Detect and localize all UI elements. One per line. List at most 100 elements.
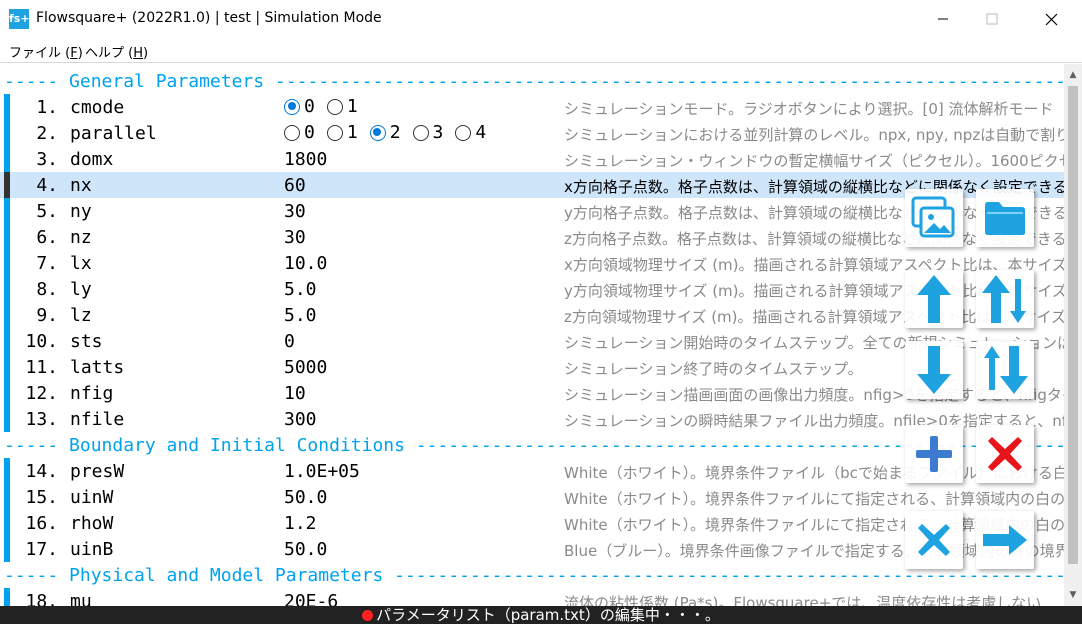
menu-file-label: ファイル ( — [9, 46, 71, 61]
radio-option-1[interactable]: 1 — [326, 122, 358, 143]
delete-button[interactable] — [976, 425, 1034, 483]
title-bar: fs+ Flowsquare+ (2022R1.0) | test | Simu… — [0, 0, 1082, 38]
radio-circle-icon[interactable] — [284, 98, 300, 115]
param-name: nz — [70, 227, 92, 248]
param-name: mu — [70, 591, 92, 606]
param-name: presW — [70, 461, 125, 482]
param-name: ny — [70, 201, 92, 222]
param-row-uinW[interactable]: 15. uinW 50.0 White（ホワイト）。境界条件ファイルにて指定される、計… — [0, 484, 1064, 510]
radio-option-0[interactable]: 0 — [284, 96, 315, 117]
param-value-field[interactable]: 50.0 — [284, 539, 327, 560]
minimize-button[interactable] — [920, 0, 966, 38]
param-value-field[interactable]: 5.0 — [284, 279, 317, 300]
param-value-field[interactable]: 10.0 — [284, 253, 327, 274]
image-gallery-icon — [911, 196, 955, 238]
param-description: 流体の粘性係数 (Pa*s)。Flowsquare+では、温度依存性は考慮しない — [564, 594, 1042, 606]
move-down-button[interactable] — [905, 341, 963, 399]
scroll-up-icon[interactable]: ▲ — [1064, 66, 1082, 84]
menu-help-label: ヘルプ ( — [85, 46, 134, 61]
close-window-button[interactable] — [1028, 0, 1074, 38]
row-indicator-bar — [4, 94, 10, 120]
param-name: lz — [70, 305, 92, 326]
menu-help-accel: H — [133, 46, 143, 61]
radio-option-1[interactable]: 1 — [326, 96, 358, 117]
radio-circle-icon[interactable] — [455, 124, 472, 141]
param-value-field[interactable]: 1.2 — [284, 513, 317, 534]
radio-option-2[interactable]: 2 — [369, 122, 401, 143]
radio-circle-icon[interactable] — [369, 124, 386, 141]
image-gallery-button[interactable] — [905, 189, 963, 247]
plus-icon — [916, 436, 952, 472]
radio-circle-icon[interactable] — [412, 124, 429, 141]
minimize-icon — [938, 18, 948, 20]
row-indicator-bar — [4, 354, 10, 380]
next-button[interactable] — [976, 511, 1034, 569]
param-name: sts — [70, 331, 103, 352]
move-up-button[interactable] — [905, 270, 963, 328]
add-button[interactable] — [905, 425, 963, 483]
param-value-field[interactable]: 5000 — [284, 357, 327, 378]
param-value-field[interactable]: 20E-6 — [284, 591, 338, 606]
param-row-domx[interactable]: 3. domx 1800 シミュレーション・ウィンドウの暫定横幅サイズ（ピクセル）。1… — [0, 146, 1064, 172]
param-radio-group: 0 1 2 3 4 — [284, 122, 498, 143]
param-value-field[interactable]: 50.0 — [284, 487, 327, 508]
close-panel-button[interactable] — [905, 511, 963, 569]
swap-up-down-icon — [982, 275, 1026, 323]
row-indicator-bar — [4, 120, 10, 146]
menu-file[interactable]: ファイル (F) — [9, 42, 83, 61]
param-value-field[interactable]: 1800 — [284, 149, 327, 170]
param-number: 15. — [25, 487, 58, 508]
status-bar: パラメータリスト（param.txt）の編集中・・・。 — [0, 606, 1082, 624]
close-icon — [1045, 13, 1057, 25]
maximize-icon — [986, 13, 998, 25]
param-number: 14. — [25, 461, 58, 482]
param-row-parallel[interactable]: 2. parallel 0 1 2 3 4 シミュレーションにおける並列計算のレベル。npx,… — [0, 120, 1064, 146]
folder-button[interactable] — [976, 189, 1034, 247]
param-number: 6. — [36, 227, 58, 248]
radio-label: 0 — [304, 96, 315, 117]
close-x-icon — [918, 524, 950, 556]
param-value-field[interactable]: 0 — [284, 331, 295, 352]
swap-up-down-button[interactable] — [976, 270, 1034, 328]
param-name: nfig — [70, 383, 114, 404]
radio-option-0[interactable]: 0 — [284, 122, 315, 143]
param-number: 13. — [25, 409, 58, 430]
app-logo-icon: fs+ — [9, 9, 30, 29]
radio-option-4[interactable]: 4 — [455, 122, 486, 143]
row-indicator-bar — [4, 198, 10, 224]
param-number: 4. — [36, 175, 58, 196]
radio-circle-icon[interactable] — [326, 98, 343, 115]
radio-option-3[interactable]: 3 — [412, 122, 444, 143]
row-indicator-bar — [4, 328, 10, 354]
param-value-field[interactable]: 30 — [284, 201, 306, 222]
param-value-field[interactable]: 10 — [284, 383, 306, 404]
param-value-field[interactable]: 1.0E+05 — [284, 461, 360, 482]
param-number: 18. — [25, 591, 58, 606]
param-description: シミュレーションにおける並列計算のレベル。npx, npy, npzは自動で割り… — [564, 126, 1064, 144]
param-name: cmode — [70, 97, 125, 118]
param-number: 10. — [25, 331, 58, 352]
vertical-scrollbar[interactable]: ▲ ▼ — [1064, 64, 1082, 606]
row-indicator-bar — [4, 380, 10, 406]
param-value-field[interactable]: 300 — [284, 409, 317, 430]
menu-file-accel: F — [70, 46, 78, 61]
param-value-field[interactable]: 30 — [284, 227, 306, 248]
radio-label: 3 — [432, 122, 444, 143]
param-value-field[interactable]: 60 — [284, 175, 306, 196]
row-indicator-bar — [4, 250, 10, 276]
radio-circle-icon[interactable] — [326, 124, 343, 141]
menu-help[interactable]: ヘルプ (H) — [85, 42, 148, 61]
radio-circle-icon[interactable] — [284, 124, 300, 141]
menu-file-close: ) — [77, 46, 83, 61]
param-row-cmode[interactable]: 1. cmode 0 1 シミュレーションモード。ラジオボタンにより選択。[0] 流体解… — [0, 94, 1064, 120]
scroll-down-icon[interactable]: ▼ — [1064, 586, 1082, 604]
param-radio-group: 01 — [284, 96, 370, 117]
maximize-button[interactable] — [969, 0, 1015, 38]
param-value-field[interactable]: 5.0 — [284, 305, 317, 326]
scroll-thumb[interactable] — [1068, 86, 1078, 564]
radio-label: 1 — [346, 122, 358, 143]
row-indicator-bar — [4, 406, 10, 432]
param-description: White（ホワイト）。境界条件ファイルにて指定される、計算領域内の白の領 — [564, 490, 1064, 508]
swap-down-up-button[interactable] — [976, 341, 1034, 399]
param-row-mu[interactable]: 18. mu 20E-6 流体の粘性係数 (Pa*s)。Flowsquare+では、温… — [0, 588, 1064, 606]
